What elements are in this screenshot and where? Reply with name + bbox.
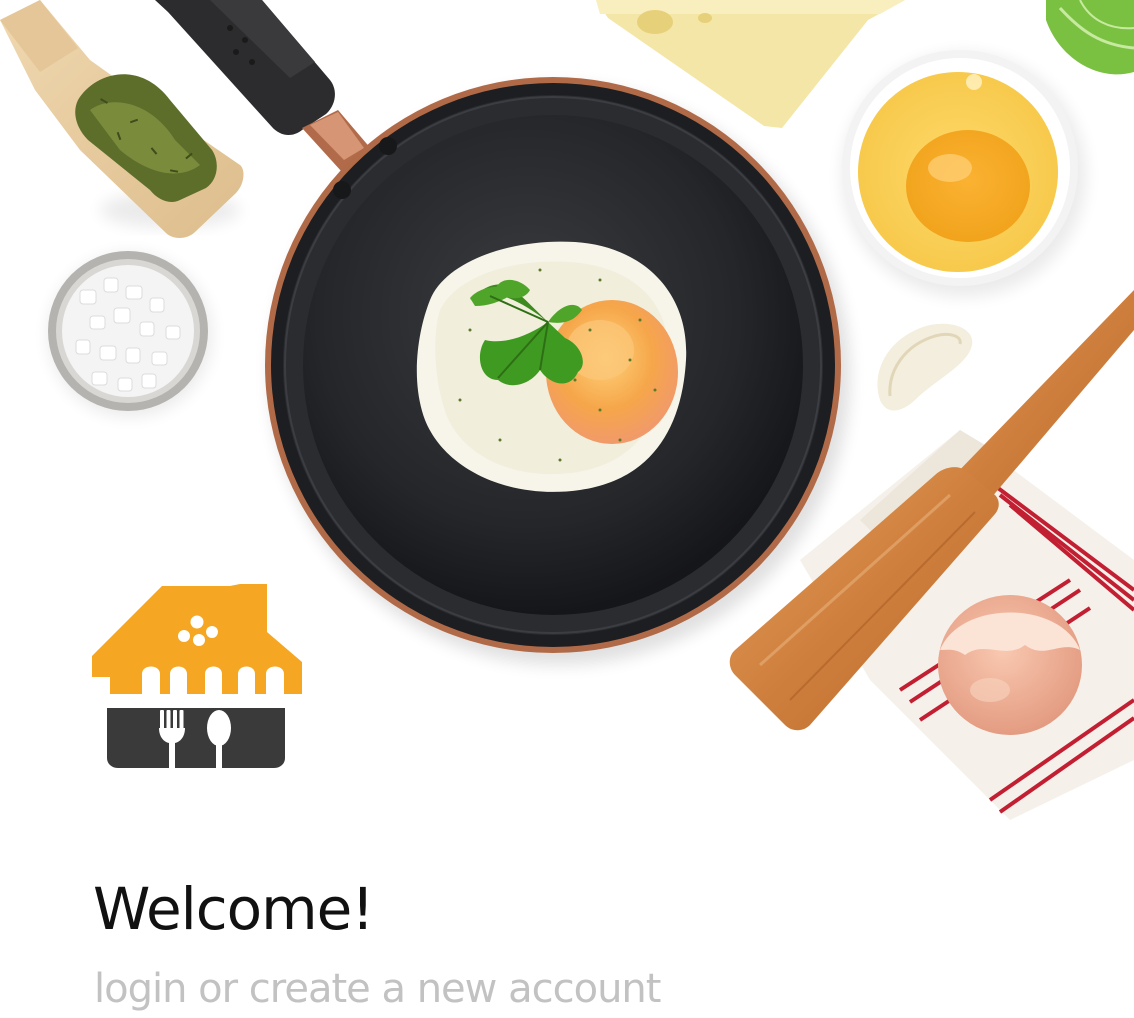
house-with-fork-and-spoon-icon [92,584,302,768]
sea-salt-bowl [48,251,212,417]
garlic-clove [877,323,973,411]
eggshell [938,595,1082,735]
welcome-subtitle: login or create a new account [94,966,661,1012]
fried-egg [416,241,687,492]
welcome-title: Welcome! [93,875,375,943]
logo-base [107,708,285,768]
egg-yolk-bowl [842,50,1086,297]
cabbage-leaf [1046,0,1134,75]
